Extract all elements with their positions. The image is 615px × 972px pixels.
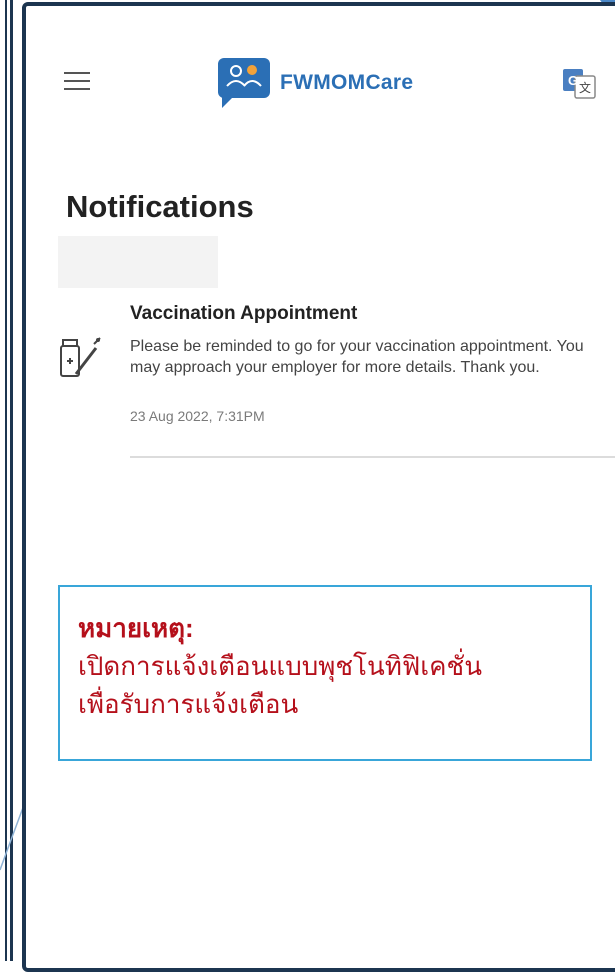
hamburger-menu-icon[interactable] (64, 72, 90, 94)
note-heading: หมายเหตุ: (78, 613, 194, 643)
notification-timestamp: 23 Aug 2022, 7:31PM (130, 408, 265, 424)
note-callout: หมายเหตุ: เปิดการแจ้งเตือนแบบพุชโนทิฟิเค… (58, 585, 592, 761)
fwmomcare-logo-icon (218, 58, 270, 108)
divider (130, 456, 615, 458)
note-line-1: เปิดการแจ้งเตือนแบบพุชโนทิฟิเคชั่น (78, 651, 482, 681)
app-header: FWMOMCare G 文 (26, 6, 615, 156)
brand: FWMOMCare (216, 56, 413, 110)
slide-frame-left (0, 0, 13, 961)
app-name: FWMOMCare (280, 71, 414, 94)
svg-text:文: 文 (579, 80, 591, 95)
svg-text:G: G (568, 73, 578, 88)
note-line-2: เพื่อรับการแจ้งเตือน (78, 689, 299, 719)
phone-screen: FWMOMCare G 文 Notifications Vaccination … (22, 2, 615, 972)
notification-title: Vaccination Appointment (130, 303, 358, 324)
redacted-block (58, 236, 218, 288)
page-title: Notifications (66, 189, 254, 224)
notification-body: Please be reminded to go for your vaccin… (130, 338, 584, 376)
vaccine-syringe-icon (60, 337, 101, 377)
google-translate-icon[interactable]: G 文 (562, 68, 596, 100)
